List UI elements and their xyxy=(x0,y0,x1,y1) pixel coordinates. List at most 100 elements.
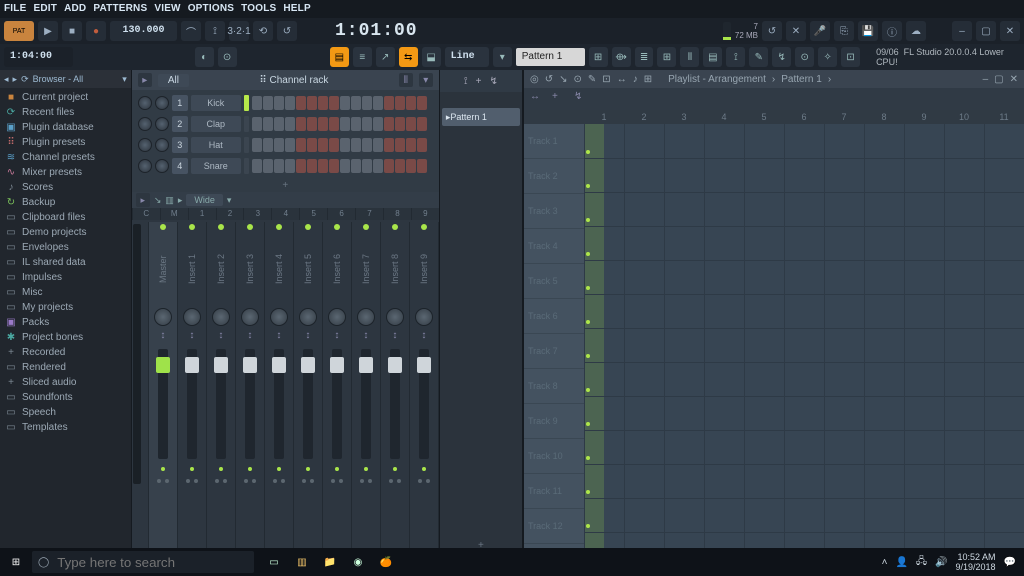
step-cell[interactable] xyxy=(296,159,306,173)
step-cell[interactable] xyxy=(373,117,383,131)
mixer-fader[interactable] xyxy=(332,349,342,459)
mixer-fader[interactable] xyxy=(158,349,168,459)
browser-item[interactable]: ▭Misc xyxy=(0,285,131,300)
channel-pan-knob[interactable] xyxy=(138,96,152,110)
stop-button[interactable]: ■ xyxy=(62,21,82,41)
mixer-insert-strip[interactable]: Insert 5 ↕ xyxy=(294,222,323,554)
step-cell[interactable] xyxy=(395,96,405,110)
playlist-menu-icon[interactable]: ◎ xyxy=(530,74,539,85)
t2-icon[interactable]: ≣ xyxy=(635,47,654,67)
browser-item[interactable]: ▭Soundfonts xyxy=(0,390,131,405)
step-cell[interactable] xyxy=(329,96,339,110)
step-cell[interactable] xyxy=(263,117,273,131)
playlist-t7-icon[interactable]: ♪ xyxy=(633,74,638,85)
channel-name[interactable]: Hat xyxy=(191,137,241,153)
snap-icon[interactable]: ▾ xyxy=(493,47,512,67)
playlist-max-icon[interactable]: ▢ xyxy=(994,74,1003,85)
step-cell[interactable] xyxy=(417,117,427,131)
mixer-pan-knob[interactable] xyxy=(183,308,201,326)
view-channel-button[interactable]: ↗ xyxy=(376,47,395,67)
fx-icon[interactable]: ↕ xyxy=(421,330,426,341)
metronome-2-icon[interactable]: ⟟ xyxy=(205,21,225,41)
step-cell[interactable] xyxy=(395,117,405,131)
playlist-track-name[interactable]: Track 11 xyxy=(524,474,584,509)
about-icon[interactable]: ☁ xyxy=(906,21,926,41)
playlist-grid[interactable] xyxy=(584,124,1024,554)
channel-pan-knob[interactable] xyxy=(138,159,152,173)
browser-item[interactable]: ↻Backup xyxy=(0,195,131,210)
menu-patterns[interactable]: PATTERNS xyxy=(93,4,147,14)
browser-back-icon[interactable]: ◂ xyxy=(4,74,9,85)
browser-item[interactable]: ⠿Plugin presets xyxy=(0,135,131,150)
step-cell[interactable] xyxy=(296,117,306,131)
chrack-menu-icon[interactable]: ▸ xyxy=(138,73,152,87)
step-cell[interactable] xyxy=(351,159,361,173)
file-explorer-icon[interactable]: 📁 xyxy=(316,548,344,576)
playlist-track-name[interactable]: Track 7 xyxy=(524,334,584,369)
mixer-fader[interactable] xyxy=(419,349,429,459)
view-browser-button[interactable]: ⬓ xyxy=(422,47,441,67)
menu-add[interactable]: ADD xyxy=(64,4,86,14)
channel-number[interactable]: 4 xyxy=(172,158,188,174)
pat-tool1-icon[interactable]: ⟟ xyxy=(464,76,468,87)
mixer-pan-knob[interactable] xyxy=(212,308,230,326)
step-cell[interactable] xyxy=(406,138,416,152)
step-cell[interactable] xyxy=(274,159,284,173)
track-mute-dot[interactable] xyxy=(586,150,590,154)
step-cell[interactable] xyxy=(395,159,405,173)
loop-icon[interactable]: ↺ xyxy=(277,21,297,41)
chrack-close-icon[interactable]: ▾ xyxy=(419,73,433,87)
track-mute-dot[interactable] xyxy=(586,354,590,358)
chrack-filter[interactable]: All xyxy=(158,74,189,87)
mixer-pan-knob[interactable] xyxy=(241,308,259,326)
browser-item[interactable]: ∿Mixer presets xyxy=(0,165,131,180)
step-cell[interactable] xyxy=(417,96,427,110)
t6-icon[interactable]: ⟟ xyxy=(726,47,745,67)
playlist-min-icon[interactable]: – xyxy=(983,74,989,85)
channel-number[interactable]: 2 xyxy=(172,116,188,132)
chrack-opt-icon[interactable]: ⫴ xyxy=(399,73,413,87)
channel-vol-knob[interactable] xyxy=(155,96,169,110)
playlist-track-name[interactable]: Track 10 xyxy=(524,439,584,474)
view-mixer-button[interactable]: ⇆ xyxy=(399,47,418,67)
track-mute-dot[interactable] xyxy=(586,252,590,256)
fx-icon[interactable]: ↕ xyxy=(218,330,223,341)
step-cell[interactable] xyxy=(373,159,383,173)
playlist-cls-icon[interactable]: ✕ xyxy=(1010,74,1018,85)
step-cell[interactable] xyxy=(351,96,361,110)
t1-icon[interactable]: ⟴ xyxy=(612,47,631,67)
menu-tools[interactable]: TOOLS xyxy=(241,4,276,14)
step-cell[interactable] xyxy=(252,138,262,152)
browser-fwd-icon[interactable]: ▸ xyxy=(13,74,18,85)
t7-icon[interactable]: ✎ xyxy=(749,47,768,67)
mixer-fader[interactable] xyxy=(187,349,197,459)
t3-icon[interactable]: ⊞ xyxy=(657,47,676,67)
pl-tool-b-icon[interactable]: + xyxy=(552,91,568,107)
step-cell[interactable] xyxy=(351,117,361,131)
playlist-t4-icon[interactable]: ✎ xyxy=(588,74,596,85)
playlist-track-name[interactable]: Track 5 xyxy=(524,264,584,299)
mixer-insert-strip[interactable]: Insert 3 ↕ xyxy=(236,222,265,554)
playlist-track-name[interactable]: Track 3 xyxy=(524,194,584,229)
mixer-mode[interactable]: Wide xyxy=(186,194,223,206)
settings-icon[interactable]: ✕ xyxy=(786,21,806,41)
mixer-insert-strip[interactable]: Insert 6 ↕ xyxy=(323,222,352,554)
browser-item[interactable]: +Recorded xyxy=(0,345,131,360)
step-cell[interactable] xyxy=(263,138,273,152)
step-cell[interactable] xyxy=(296,138,306,152)
view-tb2-icon[interactable]: ⊙ xyxy=(218,47,237,67)
step-cell[interactable] xyxy=(285,117,295,131)
undo-icon[interactable]: ↺ xyxy=(762,21,782,41)
mixer-fader[interactable] xyxy=(361,349,371,459)
browser-item[interactable]: ▭Rendered xyxy=(0,360,131,375)
mixer-fader[interactable] xyxy=(245,349,255,459)
browser-item[interactable]: ▭Impulses xyxy=(0,270,131,285)
fx-icon[interactable]: ↕ xyxy=(334,330,339,341)
browser-item[interactable]: ▭Speech xyxy=(0,405,131,420)
playlist-track-name[interactable]: Track 9 xyxy=(524,404,584,439)
step-cell[interactable] xyxy=(263,96,273,110)
playlist-track-name[interactable]: Track 6 xyxy=(524,299,584,334)
fx-icon[interactable]: ↕ xyxy=(276,330,281,341)
mixer-insert-strip[interactable]: Insert 9 ↕ xyxy=(410,222,439,554)
pattern-item[interactable]: ▸ Pattern 1 xyxy=(442,108,520,126)
